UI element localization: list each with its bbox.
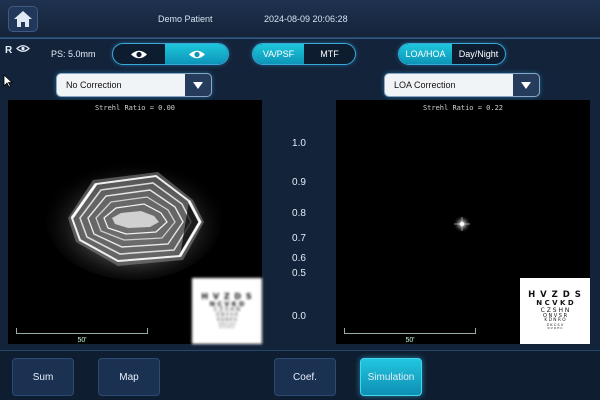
left-psf-view: Strehl Ratio = 0.00 50' H V Z D S N C V … (8, 100, 262, 344)
left-correction-value: No Correction (66, 80, 122, 90)
right-correction-value: LOA Correction (394, 80, 456, 90)
chevron-down-icon[interactable] (513, 74, 539, 96)
eye-icon (131, 50, 148, 58)
right-correction-select[interactable]: LOA Correction (384, 73, 540, 97)
va-scale-value: 1.0 (292, 138, 306, 149)
va-scale-value: 0.7 (292, 233, 306, 244)
va-scale-value: 0.8 (292, 208, 306, 219)
tab-mtf[interactable]: MTF (304, 44, 355, 64)
blurred-eye-chart: H V Z D S N C V K D C Z S H N O N V S R … (192, 278, 262, 344)
tab-loa-hoa[interactable]: LOA/HOA (399, 44, 452, 64)
eye-select-toggle (112, 43, 229, 65)
va-scale-value: 0.6 (292, 253, 306, 264)
left-correction-select[interactable]: No Correction (56, 73, 212, 97)
top-bar: Demo Patient 2024-08-09 20:06:28 (0, 0, 600, 38)
home-button[interactable] (8, 6, 38, 32)
va-scale-value: 0.9 (292, 177, 306, 188)
scale-bar (344, 328, 476, 334)
tab-day-night[interactable]: Day/Night (452, 44, 505, 64)
right-psf-view: Strehl Ratio = 0.22 50' H V Z D S N C V … (336, 100, 590, 344)
eye-select-left-button[interactable] (113, 44, 165, 64)
display-mode-toggle: VA/PSF MTF (252, 43, 356, 65)
exam-datetime: 2024-08-09 20:06:28 (264, 14, 348, 24)
eye-chart-row: D V O H C (219, 325, 235, 330)
va-scale-value: 0.0 (292, 311, 306, 322)
mouse-cursor-icon (3, 74, 13, 88)
patient-name: Demo Patient (158, 14, 213, 24)
tab-map[interactable]: Map (98, 358, 160, 396)
scale-bar-label: 50' (77, 337, 87, 344)
home-icon (14, 11, 32, 27)
tab-simulation[interactable]: Simulation (360, 358, 422, 396)
eye-icon (16, 45, 30, 52)
eye-icon (188, 50, 205, 58)
tab-va-psf[interactable]: VA/PSF (253, 44, 304, 64)
pupil-size-label: PS: 5.0mm (51, 49, 96, 59)
eye-select-right-button[interactable] (165, 44, 228, 64)
va-scale-value: 0.5 (292, 268, 306, 279)
chevron-down-icon[interactable] (185, 74, 211, 96)
eye-chart-row: D V O H C (547, 326, 563, 331)
scale-bar (16, 328, 148, 334)
eye-side-label: R (5, 45, 13, 56)
sharp-eye-chart: H V Z D S N C V K D C Z S H N O N V S R … (520, 278, 590, 344)
tab-sum[interactable]: Sum (12, 358, 74, 396)
tab-coef[interactable]: Coef. (274, 358, 336, 396)
scale-bar-label: 50' (405, 337, 415, 344)
aberration-mode-toggle: LOA/HOA Day/Night (398, 43, 506, 65)
